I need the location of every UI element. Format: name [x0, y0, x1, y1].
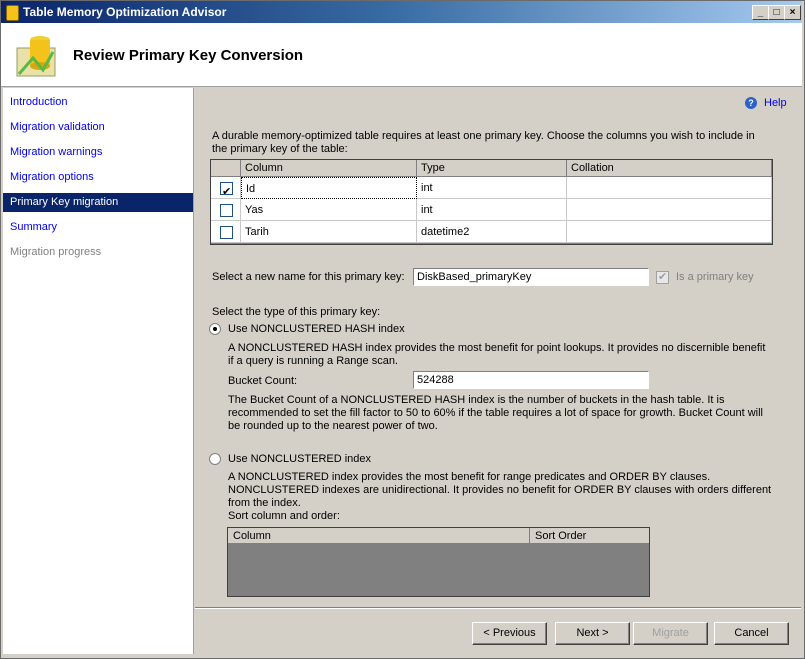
maximize-button[interactable]: □	[768, 5, 785, 20]
wizard-nav: Introduction Migration validation Migrat…	[3, 88, 194, 654]
primary-key-grid: Column Type Collation Id int Yas int Tar…	[210, 159, 773, 245]
row-check-cell	[211, 177, 241, 203]
help-link[interactable]: Help	[764, 97, 787, 110]
nav-item-introduction[interactable]: Introduction	[3, 93, 193, 112]
nonclustered-index-label[interactable]: Use NONCLUSTERED index	[228, 453, 371, 466]
nonclustered-index-radio[interactable]	[209, 453, 221, 465]
window-title: Table Memory Optimization Advisor	[23, 5, 227, 19]
sort-order-grid: Column Sort Order	[227, 527, 650, 597]
previous-button[interactable]: < Previous	[472, 622, 547, 645]
column-collation-cell	[567, 177, 772, 199]
sort-column-label: Sort column and order:	[228, 510, 340, 522]
row-check-cell	[211, 199, 241, 221]
nav-item-migration-validation[interactable]: Migration validation	[3, 118, 193, 137]
pk-type-label: Select the type of this primary key:	[212, 306, 381, 318]
wizard-header: Review Primary Key Conversion	[1, 23, 802, 87]
nav-item-primary-key-migration[interactable]: Primary Key migration	[3, 193, 193, 212]
column-name-cell: Yas	[241, 199, 417, 221]
nav-item-migration-warnings[interactable]: Migration warnings	[3, 143, 193, 162]
column-name-cell: Tarih	[241, 221, 417, 243]
next-button[interactable]: Next >	[555, 622, 630, 645]
grid-header-collation: Collation	[567, 160, 772, 177]
table-row[interactable]: Id int	[211, 177, 772, 203]
title-bar[interactable]: Table Memory Optimization Advisor _ □ ×	[1, 1, 802, 23]
grid-header-type: Type	[417, 160, 567, 177]
bucket-count-label: Bucket Count:	[228, 375, 298, 387]
hash-index-description: A NONCLUSTERED HASH index provides the m…	[228, 342, 766, 367]
intro-text: A durable memory-optimized table require…	[212, 130, 755, 155]
pk-name-input[interactable]: DiskBased_primaryKey	[412, 267, 650, 287]
column-type-cell: int	[417, 177, 567, 199]
sort-grid-header-column: Column	[228, 528, 530, 544]
close-button[interactable]: ×	[784, 5, 801, 20]
include-column-checkbox[interactable]	[220, 181, 233, 203]
sort-grid-header-sort-order: Sort Order	[530, 528, 649, 544]
grid-header-column: Column	[241, 160, 417, 177]
page-title: Review Primary Key Conversion	[73, 47, 304, 64]
row-check-cell	[211, 221, 241, 243]
column-type-cell: datetime2	[417, 221, 567, 243]
cancel-button[interactable]: Cancel	[714, 622, 789, 645]
is-primary-key-label: Is a primary key	[676, 271, 754, 283]
migrate-button: Migrate	[633, 622, 708, 645]
column-name-cell: Id	[241, 177, 417, 199]
button-separator	[195, 607, 801, 609]
hash-index-radio[interactable]	[209, 323, 221, 335]
pk-name-label: Select a new name for this primary key:	[212, 271, 405, 283]
nav-item-migration-progress: Migration progress	[10, 246, 102, 258]
nav-item-migration-options[interactable]: Migration options	[3, 168, 193, 187]
help-icon[interactable]: ?	[745, 97, 757, 109]
advisor-logo-icon	[16, 36, 56, 77]
bucket-count-note: The Bucket Count of a NONCLUSTERED HASH …	[228, 394, 763, 432]
grid-header-select	[211, 160, 241, 177]
is-primary-key-checkbox	[656, 270, 669, 284]
column-collation-cell	[567, 221, 772, 243]
minimize-button[interactable]: _	[752, 5, 769, 20]
include-column-checkbox[interactable]	[220, 204, 233, 217]
nonclustered-index-description: A NONCLUSTERED index provides the most b…	[228, 471, 772, 509]
table-row[interactable]: Yas int	[211, 199, 772, 221]
column-collation-cell	[567, 199, 772, 221]
column-type-cell: int	[417, 199, 567, 221]
include-column-checkbox[interactable]	[220, 226, 233, 239]
table-row[interactable]: Tarih datetime2	[211, 221, 772, 243]
hash-index-label[interactable]: Use NONCLUSTERED HASH index	[228, 323, 405, 336]
bucket-count-input[interactable]: 524288	[412, 370, 650, 390]
nav-item-summary[interactable]: Summary	[3, 218, 193, 237]
app-icon	[6, 5, 19, 21]
